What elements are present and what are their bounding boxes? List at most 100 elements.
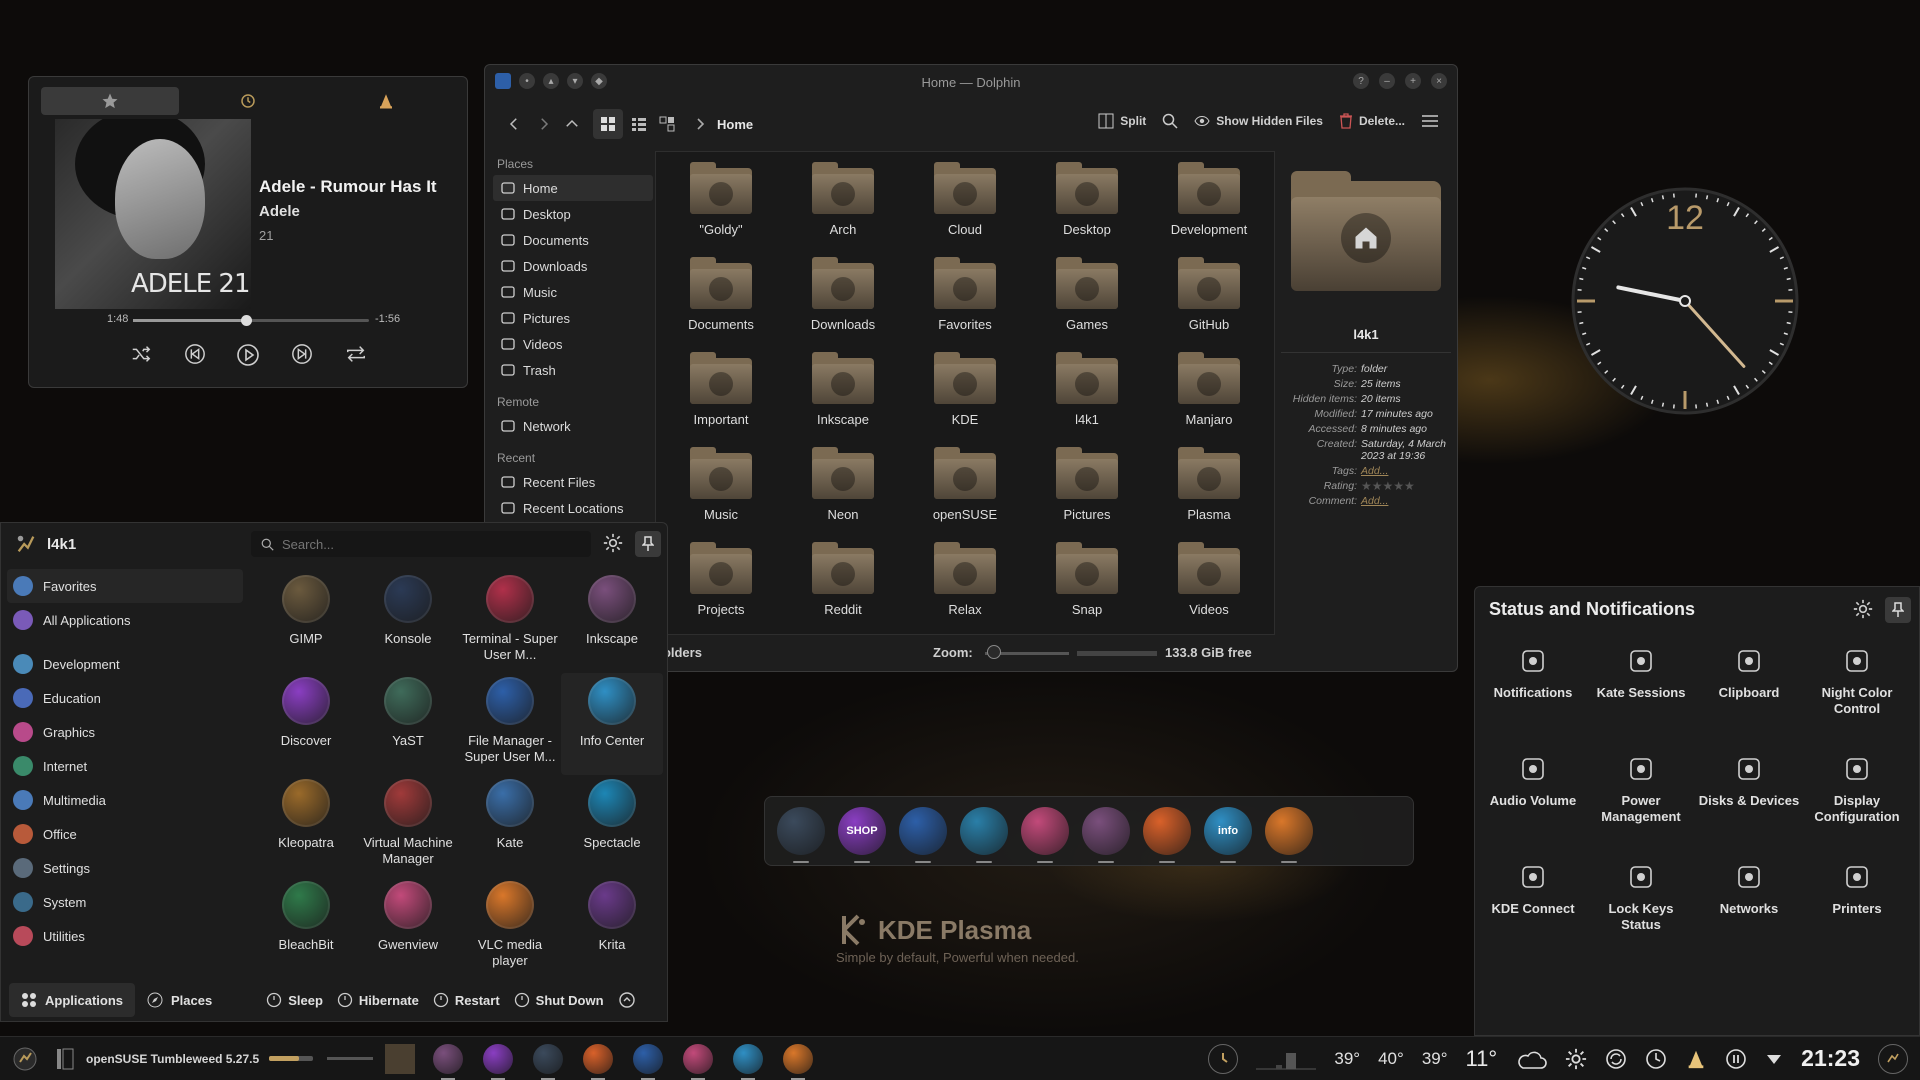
dolphin-icon[interactable] bbox=[899, 807, 947, 863]
launcher-settings-icon[interactable] bbox=[603, 533, 623, 553]
status-item-disks-devices[interactable]: Disks & Devices bbox=[1695, 751, 1803, 859]
status-item-kate-sessions[interactable]: Kate Sessions bbox=[1587, 643, 1695, 751]
category-education[interactable]: Education bbox=[7, 681, 243, 715]
category-internet[interactable]: Internet bbox=[7, 749, 243, 783]
search-icon[interactable] bbox=[1162, 113, 1178, 129]
app-file-manager-super-user-m[interactable]: File Manager - Super User M... bbox=[459, 673, 561, 775]
search-field[interactable] bbox=[251, 531, 591, 557]
folder-item[interactable]: "Goldy" bbox=[660, 162, 782, 257]
chevron-down-icon[interactable] bbox=[1765, 1052, 1783, 1066]
sidebar-item-recent-files[interactable]: Recent Files bbox=[493, 469, 653, 495]
minimize-icon[interactable]: – bbox=[1379, 73, 1395, 89]
folder-item[interactable]: Manjaro bbox=[1148, 352, 1270, 447]
sidebar-item-home[interactable]: Home bbox=[493, 175, 653, 201]
details-view-icon[interactable] bbox=[631, 116, 647, 132]
app-terminal-super-user-m[interactable]: Terminal - Super User M... bbox=[459, 571, 561, 673]
compact-view-icon[interactable] bbox=[659, 116, 675, 132]
category-settings[interactable]: Settings bbox=[7, 851, 243, 885]
folder-item[interactable]: Important bbox=[660, 352, 782, 447]
sidebar-item-music[interactable]: Music bbox=[493, 279, 653, 305]
status-item-printers[interactable]: Printers bbox=[1803, 859, 1911, 967]
seek-bar[interactable] bbox=[133, 315, 369, 326]
weather-temperature[interactable]: 11° bbox=[1466, 1046, 1498, 1072]
folder-item[interactable]: Favorites bbox=[904, 257, 1026, 352]
restart-button[interactable]: Restart bbox=[433, 992, 500, 1008]
folder-item[interactable]: Downloads bbox=[782, 257, 904, 352]
settings-app-icon[interactable] bbox=[777, 807, 825, 863]
folder-item[interactable]: Snap bbox=[1026, 542, 1148, 637]
folder-item[interactable]: Documents bbox=[660, 257, 782, 352]
category-favorites[interactable]: Favorites bbox=[7, 569, 243, 603]
rating-stars[interactable]: ★★★★★ bbox=[1361, 480, 1447, 492]
category-all-applications[interactable]: All Applications bbox=[7, 603, 243, 637]
show-hidden-files-button[interactable]: Show Hidden Files bbox=[1194, 114, 1323, 128]
titlebar[interactable]: • ▴ ▾ ◆ Home — Dolphin ? – + × bbox=[485, 65, 1457, 99]
vlc-icon[interactable] bbox=[1265, 807, 1313, 863]
back-icon[interactable] bbox=[505, 115, 523, 133]
add-tags-link[interactable]: Add... bbox=[1361, 465, 1447, 477]
split-button[interactable]: Split bbox=[1098, 113, 1146, 129]
shut-down-button[interactable]: Shut Down bbox=[514, 992, 604, 1008]
sidebar-item-recent-locations[interactable]: Recent Locations bbox=[493, 495, 653, 521]
sidebar-item-desktop[interactable]: Desktop bbox=[493, 201, 653, 227]
places-tab[interactable]: Places bbox=[135, 983, 224, 1017]
status-item-power-management[interactable]: Power Management bbox=[1587, 751, 1695, 859]
applications-tab[interactable]: Applications bbox=[9, 983, 136, 1017]
status-item-night-color-control[interactable]: Night Color Control bbox=[1803, 643, 1911, 751]
breadcrumb[interactable]: Home bbox=[717, 117, 753, 132]
task-icon[interactable] bbox=[533, 1043, 564, 1080]
tab-vlc[interactable] bbox=[317, 87, 455, 115]
update-icon[interactable] bbox=[1605, 1048, 1627, 1070]
category-multimedia[interactable]: Multimedia bbox=[7, 783, 243, 817]
category-system[interactable]: System bbox=[7, 885, 243, 919]
plasma-icon[interactable] bbox=[960, 807, 1008, 863]
folder-item[interactable]: openSUSE bbox=[904, 447, 1026, 542]
app-info-center[interactable]: Info Center bbox=[561, 673, 663, 775]
firefox-icon[interactable] bbox=[1143, 807, 1191, 863]
cloud-icon[interactable] bbox=[1515, 1048, 1547, 1070]
app-gimp[interactable]: GIMP bbox=[255, 571, 357, 673]
sidebar-item-pictures[interactable]: Pictures bbox=[493, 305, 653, 331]
app-yast[interactable]: YaST bbox=[357, 673, 459, 775]
category-graphics[interactable]: Graphics bbox=[7, 715, 243, 749]
digital-clock[interactable]: 21:23 bbox=[1801, 1045, 1860, 1072]
folder-item[interactable]: GitHub bbox=[1148, 257, 1270, 352]
folder-item[interactable]: Plasma bbox=[1148, 447, 1270, 542]
delete-button[interactable]: Delete... bbox=[1339, 113, 1405, 129]
up-icon[interactable] bbox=[563, 115, 581, 133]
tab-recent[interactable] bbox=[179, 87, 317, 115]
hamburger-menu-icon[interactable] bbox=[1421, 113, 1439, 129]
gwenview-icon[interactable] bbox=[1021, 807, 1069, 863]
previous-icon[interactable] bbox=[184, 343, 206, 367]
forward-icon[interactable] bbox=[535, 115, 553, 133]
app-gwenview[interactable]: Gwenview bbox=[357, 877, 459, 979]
folder-item[interactable]: Cloud bbox=[904, 162, 1026, 257]
add-comment-link[interactable]: Add... bbox=[1361, 495, 1447, 507]
zoom-slider-handle[interactable] bbox=[987, 645, 1001, 659]
app-konsole[interactable]: Konsole bbox=[357, 571, 459, 673]
vlc-tray-icon[interactable] bbox=[1685, 1048, 1707, 1070]
folder-item[interactable]: Videos bbox=[1148, 542, 1270, 637]
play-icon[interactable] bbox=[236, 343, 260, 367]
show-desktop-icon[interactable] bbox=[1878, 1043, 1908, 1074]
search-input[interactable] bbox=[282, 536, 562, 552]
system-monitor-icon[interactable] bbox=[1208, 1043, 1239, 1074]
status-item-audio-volume[interactable]: Audio Volume bbox=[1479, 751, 1587, 859]
folder-item[interactable]: Pictures bbox=[1026, 447, 1148, 542]
sleep-button[interactable]: Sleep bbox=[266, 992, 323, 1008]
task-icon[interactable] bbox=[783, 1043, 814, 1080]
repeat-icon[interactable] bbox=[343, 343, 369, 367]
discover-icon[interactable]: SHOP bbox=[838, 807, 886, 863]
pause-icon[interactable] bbox=[1725, 1048, 1747, 1070]
category-office[interactable]: Office bbox=[7, 817, 243, 851]
status-item-kde-connect[interactable]: KDE Connect bbox=[1479, 859, 1587, 967]
folder-item[interactable]: Relax bbox=[904, 542, 1026, 637]
folder-item[interactable]: Arch bbox=[782, 162, 904, 257]
pin-icon[interactable] bbox=[1885, 597, 1911, 623]
app-kleopatra[interactable]: Kleopatra bbox=[255, 775, 357, 877]
status-item-notifications[interactable]: Notifications bbox=[1479, 643, 1587, 751]
folder-item[interactable]: Neon bbox=[782, 447, 904, 542]
tab-favorites[interactable] bbox=[41, 87, 179, 115]
recent-icon[interactable] bbox=[1645, 1048, 1667, 1070]
folder-item[interactable]: l4k1 bbox=[1026, 352, 1148, 447]
